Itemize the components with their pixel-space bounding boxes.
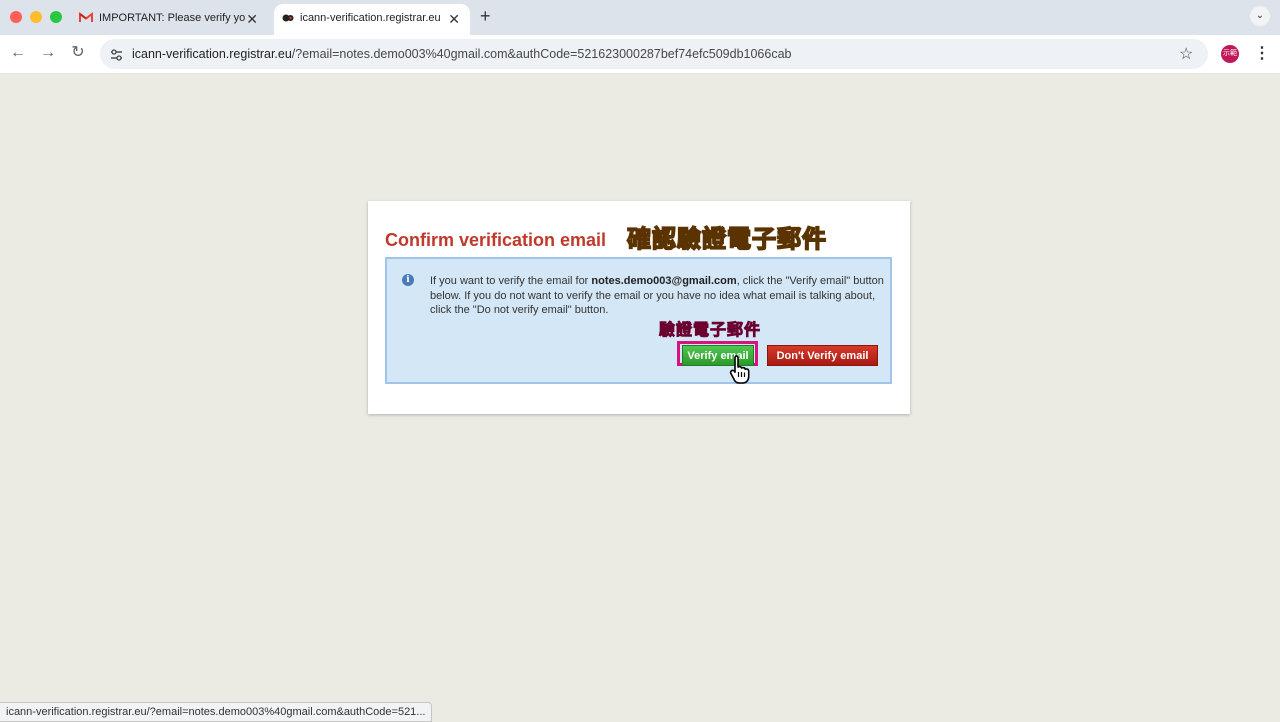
menu-kebab-icon[interactable]: ⋮ xyxy=(1254,43,1270,63)
status-bar-url: icann-verification.registrar.eu/?email=n… xyxy=(0,702,433,722)
url-host: icann-verification.registrar.eu xyxy=(132,47,292,61)
annotation-title: 確認驗證電子郵件 xyxy=(626,225,827,254)
new-tab-button[interactable]: + xyxy=(480,6,491,27)
profile-avatar[interactable]: 示範 xyxy=(1221,45,1239,63)
close-tab-icon[interactable]: ✕ xyxy=(246,11,258,28)
info-icon: i xyxy=(402,274,414,286)
tab-gmail[interactable]: IMPORTANT: Please verify yo ✕ xyxy=(70,4,268,35)
address-bar[interactable]: icann-verification.registrar.eu/?email=n… xyxy=(100,39,1208,69)
site-favicon-icon xyxy=(282,12,294,27)
verification-card: Confirm verification email 確認驗證電子郵件 i If… xyxy=(368,201,910,414)
dont-verify-email-button[interactable]: Don't Verify email xyxy=(767,345,878,366)
email-address: notes.demo003@gmail.com xyxy=(591,275,737,287)
tab-search-icon[interactable]: ⌄ xyxy=(1250,6,1270,26)
close-window-button[interactable] xyxy=(10,11,22,23)
page-heading: Confirm verification email xyxy=(385,230,607,250)
url-text: icann-verification.registrar.eu/?email=n… xyxy=(132,47,792,61)
annotation-button-label: 驗證電子郵件 xyxy=(659,322,762,340)
url-path: /?email=notes.demo003%40gmail.com&authCo… xyxy=(291,47,792,61)
info-box: i If you want to verify the email for no… xyxy=(385,257,892,384)
gmail-icon xyxy=(79,12,93,26)
tab-title: icann-verification.registrar.eu xyxy=(300,12,441,24)
tab-title: IMPORTANT: Please verify yo xyxy=(99,12,245,24)
site-settings-icon[interactable] xyxy=(110,48,123,66)
info-message: If you want to verify the email for note… xyxy=(430,274,885,318)
browser-toolbar: ← → ↻ icann-verification.registrar.eu/?e… xyxy=(0,35,1280,74)
reload-icon[interactable]: ↻ xyxy=(68,44,88,62)
back-arrow-icon[interactable]: ← xyxy=(8,44,28,62)
tab-registrar[interactable]: icann-verification.registrar.eu ✕ xyxy=(274,4,470,35)
hand-cursor-icon xyxy=(728,354,754,389)
close-tab-icon[interactable]: ✕ xyxy=(448,11,460,28)
zoom-window-button[interactable] xyxy=(50,11,62,23)
bookmark-star-icon[interactable]: ☆ xyxy=(1179,44,1193,64)
minimize-window-button[interactable] xyxy=(30,11,42,23)
forward-arrow-icon[interactable]: → xyxy=(38,44,58,62)
info-text-before: If you want to verify the email for xyxy=(430,275,592,287)
tab-strip: IMPORTANT: Please verify yo ✕ icann-veri… xyxy=(0,0,1280,35)
